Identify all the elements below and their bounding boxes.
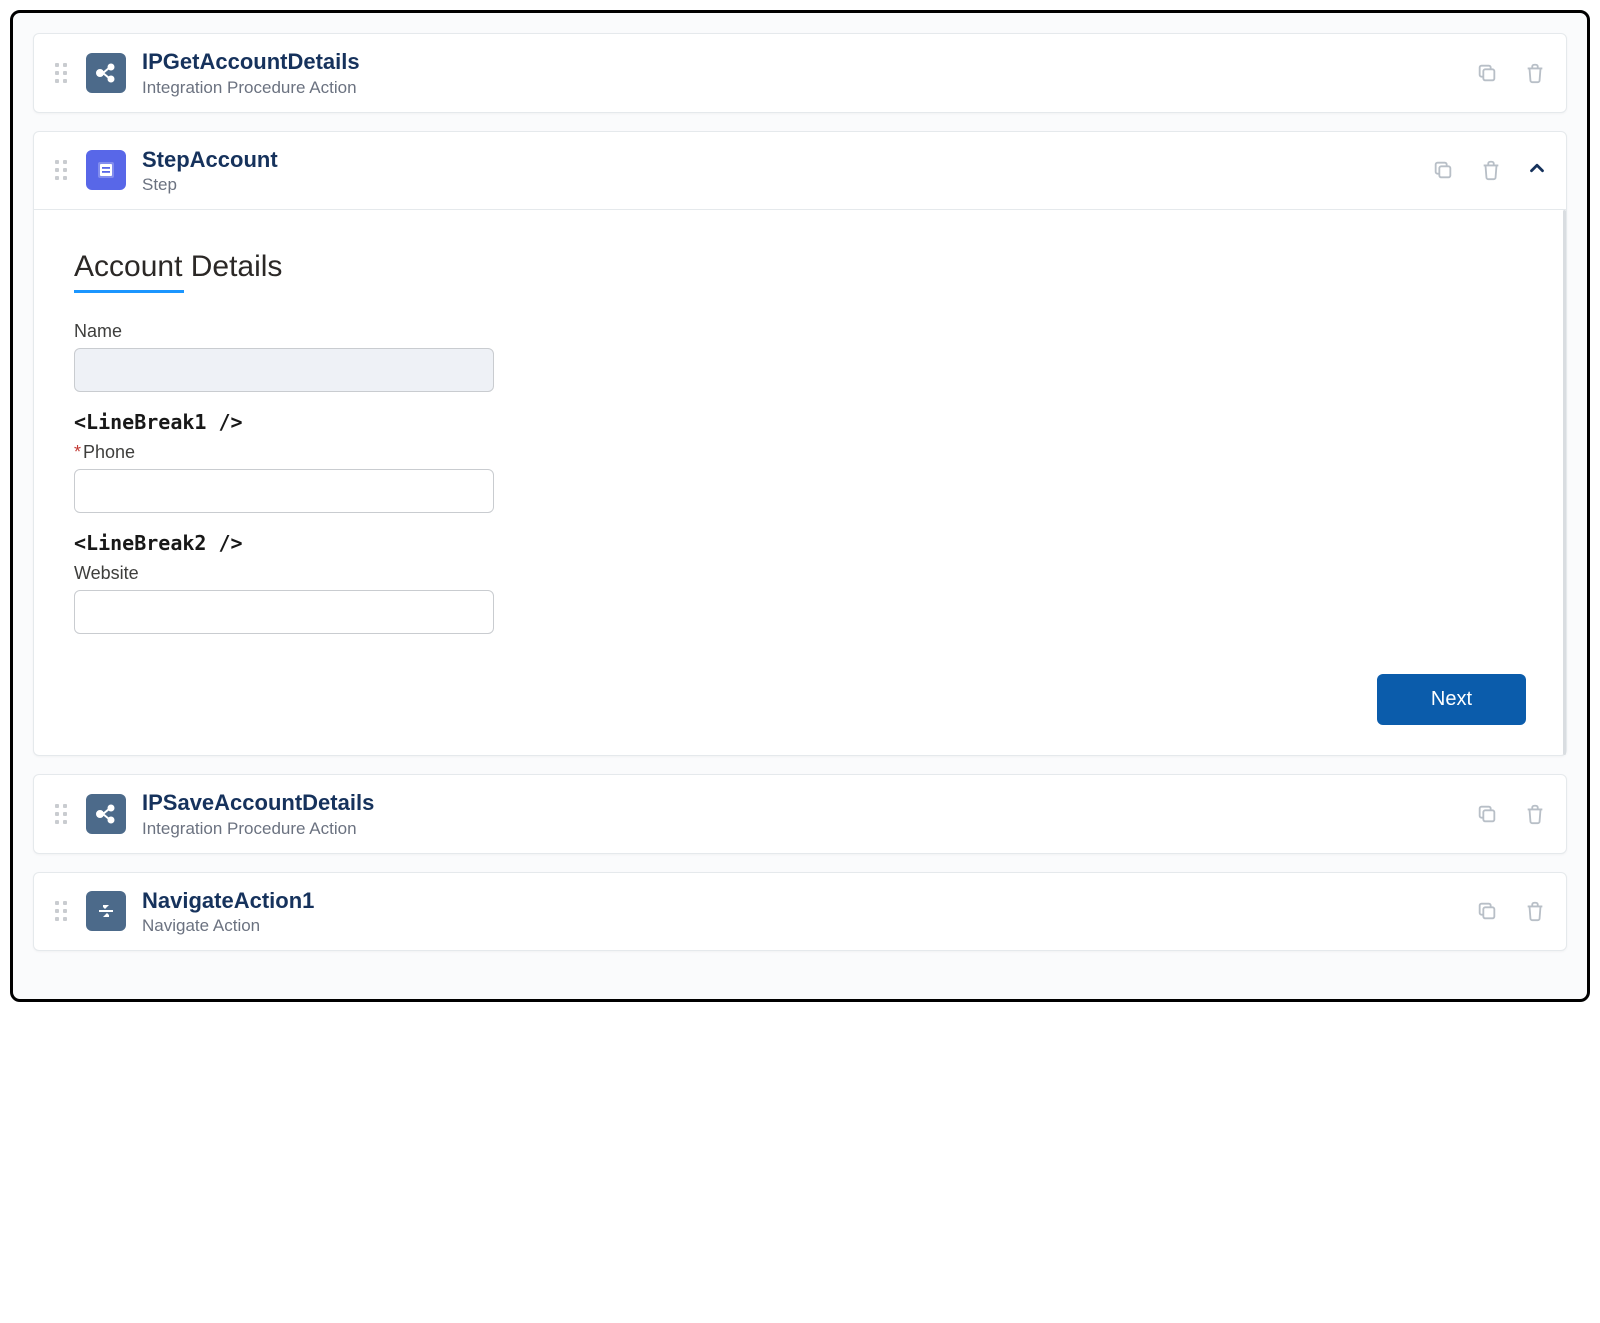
line-break-tag: <LineBreak1 /> (74, 410, 1526, 434)
clone-icon[interactable] (1474, 898, 1500, 924)
element-title: IPGetAccountDetails (142, 48, 1474, 76)
line-break-tag: <LineBreak2 /> (74, 531, 1526, 555)
element-subtitle: Navigate Action (142, 916, 1474, 936)
trash-icon[interactable] (1522, 801, 1548, 827)
clone-icon[interactable] (1474, 60, 1500, 86)
step-body: Account Details Name <LineBreak1 /> *Pho… (34, 209, 1566, 755)
clone-icon[interactable] (1474, 801, 1500, 827)
website-input[interactable] (74, 590, 494, 634)
drag-handle-icon[interactable] (52, 59, 70, 87)
element-title: StepAccount (142, 146, 1430, 174)
element-ip-get[interactable]: IPGetAccountDetails Integration Procedur… (33, 33, 1567, 113)
website-label: Website (74, 563, 494, 584)
section-title: Account Details (74, 250, 1526, 284)
step-icon (86, 150, 126, 190)
drag-handle-icon[interactable] (52, 800, 70, 828)
chevron-up-icon[interactable] (1526, 157, 1548, 184)
scrollbar-rail[interactable] (1563, 210, 1566, 755)
phone-input[interactable] (74, 469, 494, 513)
designer-canvas: IPGetAccountDetails Integration Procedur… (10, 10, 1590, 1002)
phone-label: *Phone (74, 442, 494, 463)
drag-handle-icon[interactable] (52, 156, 70, 184)
element-step-account[interactable]: StepAccount Step (33, 131, 1567, 757)
phone-label-text: Phone (83, 442, 135, 462)
required-star-icon: * (74, 442, 81, 462)
name-input[interactable] (74, 348, 494, 392)
integration-procedure-icon (86, 794, 126, 834)
element-subtitle: Step (142, 175, 1430, 195)
element-subtitle: Integration Procedure Action (142, 819, 1474, 839)
drag-handle-icon[interactable] (52, 897, 70, 925)
trash-icon[interactable] (1522, 898, 1548, 924)
trash-icon[interactable] (1478, 157, 1504, 183)
element-navigate-action[interactable]: NavigateAction1 Navigate Action (33, 872, 1567, 952)
element-subtitle: Integration Procedure Action (142, 78, 1474, 98)
name-label: Name (74, 321, 494, 342)
element-title: NavigateAction1 (142, 887, 1474, 915)
trash-icon[interactable] (1522, 60, 1548, 86)
element-title: IPSaveAccountDetails (142, 789, 1474, 817)
navigate-action-icon (86, 891, 126, 931)
title-underline (74, 290, 184, 293)
element-ip-save[interactable]: IPSaveAccountDetails Integration Procedu… (33, 774, 1567, 854)
next-button[interactable]: Next (1377, 674, 1526, 725)
integration-procedure-icon (86, 53, 126, 93)
clone-icon[interactable] (1430, 157, 1456, 183)
